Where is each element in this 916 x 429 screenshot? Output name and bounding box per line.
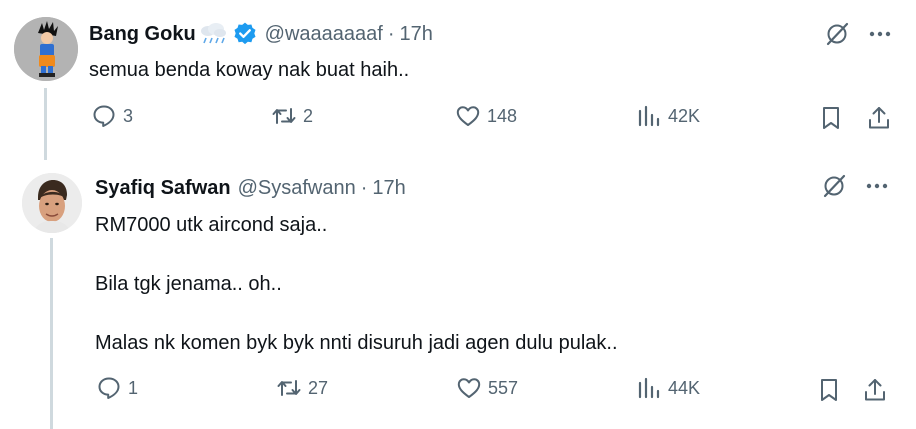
views-icon — [638, 377, 660, 399]
timestamp[interactable]: 17h — [372, 177, 405, 200]
like-button[interactable]: 557 — [456, 375, 518, 401]
repost-button[interactable]: 2 — [271, 103, 313, 129]
share-icon[interactable] — [866, 105, 892, 131]
more-icon[interactable] — [867, 21, 893, 47]
repost-button[interactable]: 27 — [276, 375, 328, 401]
tweet-top-actions — [820, 172, 890, 200]
like-button[interactable]: 148 — [455, 103, 517, 129]
separator-dot: · — [387, 22, 395, 45]
tweet-header: Syafiq Safwan @Sysafwann · 17h — [95, 174, 406, 202]
views-icon — [638, 105, 660, 127]
avatar-image — [14, 17, 78, 81]
like-count: 148 — [487, 105, 518, 126]
reply-count: 3 — [123, 105, 134, 126]
view-count: 44K — [668, 377, 701, 398]
repost-count: 27 — [308, 377, 329, 398]
repost-count: 2 — [303, 105, 314, 126]
reply-count: 1 — [128, 377, 139, 398]
tweet-text: semua benda koway nak buat haih.. — [89, 59, 410, 81]
avatar[interactable] — [22, 173, 82, 233]
user-handle[interactable]: @Sysafwann — [238, 177, 356, 200]
tweet-text-line: Malas nk komen byk byk nnti disuruh jadi… — [95, 332, 618, 354]
separator-dot: · — [360, 176, 368, 199]
like-icon — [456, 106, 480, 126]
bookmark-icon[interactable] — [816, 377, 842, 403]
avatar-image — [22, 173, 82, 233]
tweet-text-line: Bila tgk jenama.. oh.. — [95, 273, 282, 295]
views-button[interactable]: 44K — [636, 375, 700, 401]
grok-icon[interactable] — [820, 172, 848, 200]
views-button[interactable]: 42K — [636, 103, 700, 129]
bookmark-icon[interactable] — [818, 105, 844, 131]
tweet-action-bar: 3 2 148 42K — [0, 103, 916, 133]
timestamp[interactable]: 17h — [400, 23, 433, 46]
grok-icon[interactable] — [823, 20, 851, 48]
view-count: 42K — [668, 105, 701, 126]
like-icon — [457, 378, 481, 398]
reply-button[interactable]: 3 — [91, 103, 133, 129]
share-icon[interactable] — [862, 377, 888, 403]
display-name[interactable]: Syafiq Safwan — [95, 177, 231, 200]
tweet-text-line: RM7000 utk aircond saja.. — [95, 214, 328, 236]
repost-icon — [272, 108, 296, 124]
tweet-top-actions — [823, 20, 893, 48]
reply-icon — [93, 105, 115, 127]
tweet[interactable]: Bang Goku @waaaaaaaf · 17h semua benda k… — [0, 0, 916, 160]
avatar[interactable] — [14, 17, 78, 81]
more-icon[interactable] — [864, 173, 890, 199]
reply-icon — [98, 377, 120, 399]
like-count: 557 — [488, 377, 519, 398]
tweet[interactable]: Syafiq Safwan @Sysafwann · 17h RM7000 ut… — [0, 160, 916, 429]
tweet-header: Bang Goku @waaaaaaaf · 17h — [89, 20, 433, 48]
tweet-action-bar: 1 27 557 44K — [0, 375, 916, 405]
user-handle[interactable]: @waaaaaaaf — [265, 23, 383, 46]
repost-icon — [277, 380, 301, 396]
tweet-thread: Bang Goku @waaaaaaaf · 17h semua benda k… — [0, 0, 916, 429]
display-name[interactable]: Bang Goku — [89, 23, 196, 46]
cloud-rain-emoji — [200, 23, 226, 44]
verified-badge-icon[interactable] — [232, 21, 258, 47]
reply-button[interactable]: 1 — [96, 375, 138, 401]
